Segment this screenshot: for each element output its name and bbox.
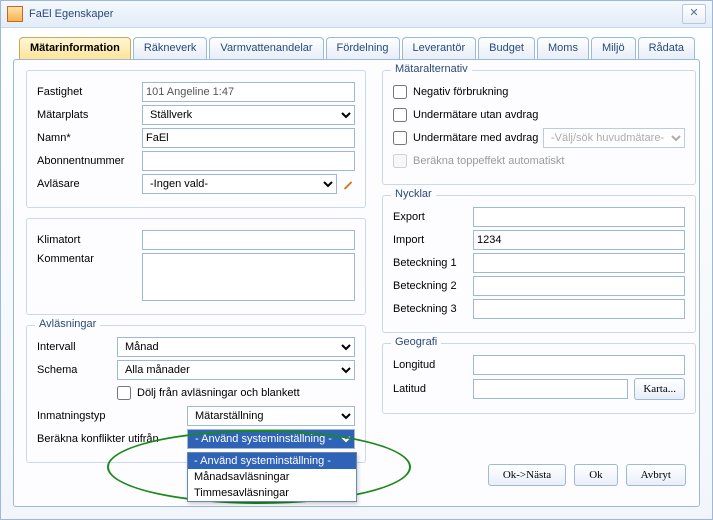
tab-leverantor[interactable]: Leverantör <box>402 37 477 59</box>
negativ-checkbox[interactable]: Negativ förbrukning <box>393 85 508 99</box>
tab-strip: Mätarinformation Räkneverk Varmvattenand… <box>1 28 712 58</box>
inmatningstyp-select[interactable]: Mätarställning <box>187 406 355 426</box>
avlasare-select[interactable]: -Ingen vald- <box>142 174 337 194</box>
group-mataralternativ: Mätaralternativ Negativ förbrukning Unde… <box>382 70 696 185</box>
titlebar: FaEl Egenskaper ✕ <box>1 1 712 28</box>
intervall-label: Intervall <box>37 341 117 353</box>
checkbox-icon[interactable] <box>393 131 407 145</box>
group-nycklar: Nycklar Export Import Beteckning 1 Betec… <box>382 195 696 333</box>
schema-select[interactable]: Alla månader <box>117 360 355 380</box>
dropdown-option[interactable]: Timmesavläsningar <box>188 485 356 501</box>
avlasningar-legend: Avläsningar <box>35 318 100 330</box>
group-avlasningar: Avläsningar Intervall Månad Schema Alla … <box>26 325 366 463</box>
tab-fordelning[interactable]: Fördelning <box>326 37 400 59</box>
beteckning3-label: Beteckning 3 <box>393 303 473 315</box>
tab-matarinformation[interactable]: Mätarinformation <box>19 37 131 59</box>
geografi-legend: Geografi <box>391 336 441 348</box>
berakna-konflikter-dropdown: - Använd systeminställning - Månadsavläs… <box>187 452 357 502</box>
longitud-label: Longitud <box>393 359 473 371</box>
mataralternativ-legend: Mätaralternativ <box>391 63 472 75</box>
kommentar-label: Kommentar <box>37 253 142 265</box>
karta-button[interactable]: Karta... <box>634 378 685 400</box>
edit-avlasare-icon[interactable] <box>341 177 355 191</box>
abonnentnummer-label: Abonnentnummer <box>37 155 142 167</box>
latitud-label: Latitud <box>393 383 473 395</box>
beteckning3-field[interactable] <box>473 299 685 319</box>
klimatort-label: Klimatort <box>37 234 142 246</box>
tab-radata[interactable]: Rådata <box>638 37 695 59</box>
avlasare-label: Avläsare <box>37 178 142 190</box>
dialog-window: FaEl Egenskaper ✕ Mätarinformation Räkne… <box>0 0 713 520</box>
window-title: FaEl Egenskaper <box>29 8 682 20</box>
dropdown-option[interactable]: Månadsavläsningar <box>188 469 356 485</box>
checkbox-icon <box>393 154 407 168</box>
import-field[interactable] <box>473 230 685 250</box>
beteckning2-field[interactable] <box>473 276 685 296</box>
tab-moms[interactable]: Moms <box>537 37 589 59</box>
berakna-topp-checkbox: Beräkna toppeffekt automatiskt <box>393 154 564 168</box>
beteckning1-label: Beteckning 1 <box>393 257 473 269</box>
fastighet-label: Fastighet <box>37 86 142 98</box>
tab-miljo[interactable]: Miljö <box>591 37 636 59</box>
namn-label: Namn* <box>37 132 142 144</box>
intervall-select[interactable]: Månad <box>117 337 355 357</box>
tab-panel: Fastighet Mätarplats Ställverk Namn* Abo… <box>13 59 700 507</box>
ok-button[interactable]: Ok <box>574 464 617 486</box>
latitud-field[interactable] <box>473 379 628 399</box>
kommentar-field[interactable] <box>142 253 355 301</box>
inmatningstyp-label: Inmatningstyp <box>37 410 117 422</box>
hide-readings-check-icon[interactable] <box>117 386 131 400</box>
abonnentnummer-field[interactable] <box>142 151 355 171</box>
checkbox-icon[interactable] <box>393 85 407 99</box>
schema-label: Schema <box>37 364 117 376</box>
export-field[interactable] <box>473 207 685 227</box>
undermatare-utan-checkbox[interactable]: Undermätare utan avdrag <box>393 108 538 122</box>
tab-varmvattenandelar[interactable]: Varmvattenandelar <box>209 37 323 59</box>
longitud-field[interactable] <box>473 355 685 375</box>
app-icon <box>7 6 23 22</box>
namn-field[interactable] <box>142 128 355 148</box>
group-basic: Fastighet Mätarplats Ställverk Namn* Abo… <box>26 70 366 208</box>
hide-readings-label: Dölj från avläsningar och blankett <box>137 387 300 399</box>
beteckning2-label: Beteckning 2 <box>393 280 473 292</box>
tab-budget[interactable]: Budget <box>478 37 535 59</box>
berakna-konflikter-select[interactable]: - Använd systeminställning - <box>187 429 355 449</box>
berakna-konflikter-label: Beräkna konflikter utifrån <box>37 433 187 445</box>
dialog-footer: Ok->Nästa Ok Avbryt <box>488 464 686 486</box>
tab-rakneverk[interactable]: Räkneverk <box>133 37 208 59</box>
import-label: Import <box>393 234 473 246</box>
nycklar-legend: Nycklar <box>391 188 436 200</box>
group-geografi: Geografi Longitud Latitud Karta... <box>382 343 696 414</box>
dropdown-option[interactable]: - Använd systeminställning - <box>188 453 356 469</box>
cancel-button[interactable]: Avbryt <box>626 464 686 486</box>
undermatare-med-checkbox[interactable]: Undermätare med avdrag <box>393 131 543 145</box>
fastighet-field <box>142 82 355 102</box>
klimatort-field[interactable] <box>142 230 355 250</box>
huvudmatare-select: -Välj/sök huvudmätare- <box>543 128 685 148</box>
export-label: Export <box>393 211 473 223</box>
close-icon[interactable]: ✕ <box>682 4 706 24</box>
hide-readings-checkbox[interactable]: Dölj från avläsningar och blankett <box>117 386 300 400</box>
matarplats-label: Mätarplats <box>37 109 142 121</box>
matarplats-select[interactable]: Ställverk <box>142 105 355 125</box>
beteckning1-field[interactable] <box>473 253 685 273</box>
ok-next-button[interactable]: Ok->Nästa <box>488 464 566 486</box>
group-klimat: Klimatort Kommentar <box>26 218 366 315</box>
checkbox-icon[interactable] <box>393 108 407 122</box>
